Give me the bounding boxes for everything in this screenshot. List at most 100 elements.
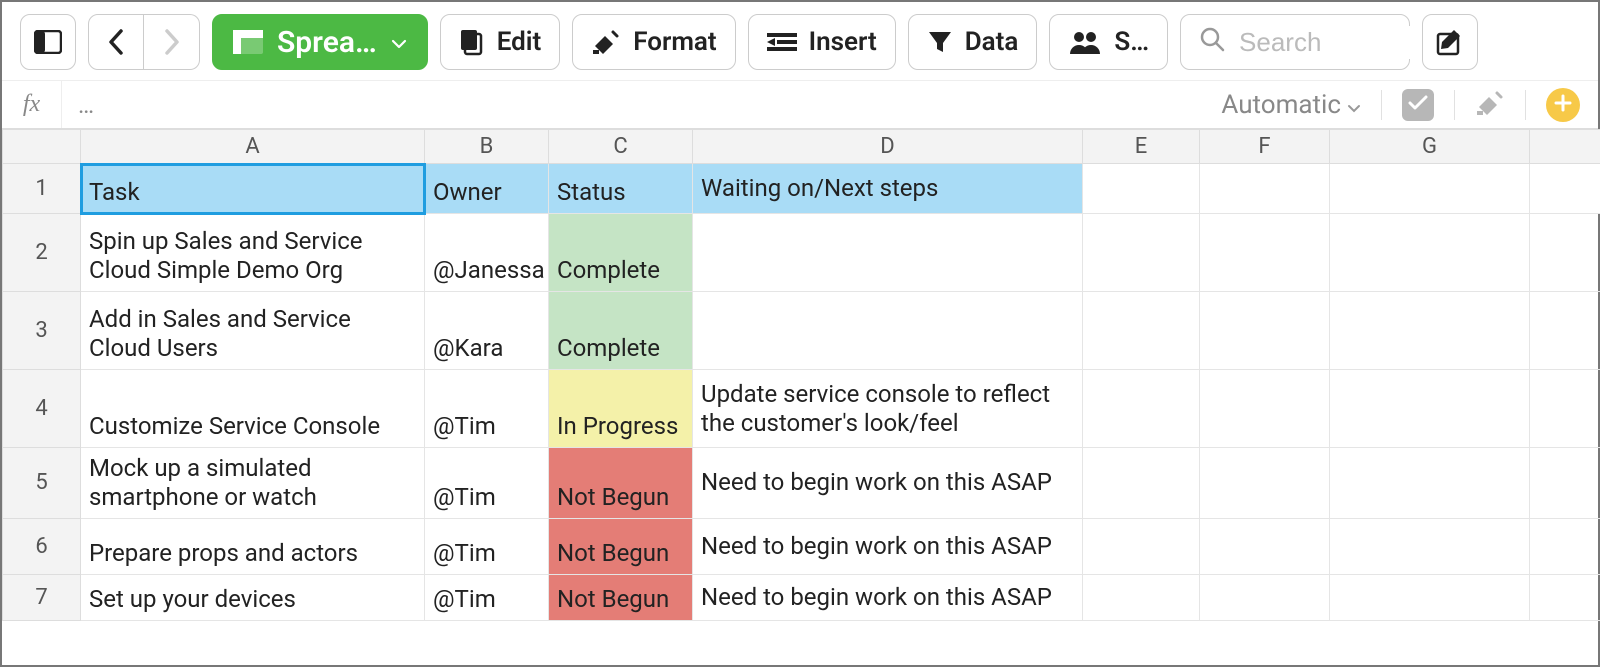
cell[interactable]: Prepare props and actors (81, 518, 425, 574)
toolbar: Sprea… Edit Format Insert Data S… (2, 2, 1598, 80)
cell[interactable]: @Tim (425, 518, 549, 574)
row-header[interactable]: 7 (3, 574, 81, 620)
plus-icon (1554, 94, 1572, 116)
nav-forward-button[interactable] (144, 14, 200, 70)
cell[interactable]: Status (549, 164, 693, 214)
cell[interactable] (1530, 370, 1600, 448)
cell[interactable] (1330, 292, 1530, 370)
cell[interactable] (1530, 448, 1600, 519)
cell[interactable] (1083, 448, 1200, 519)
cell[interactable] (1330, 518, 1530, 574)
nav-back-button[interactable] (88, 14, 144, 70)
cell[interactable]: Mock up a simulated smartphone or watch (81, 448, 425, 519)
cell[interactable] (1530, 292, 1600, 370)
cell[interactable] (693, 292, 1083, 370)
cell[interactable] (1530, 214, 1600, 292)
cell[interactable]: @Tim (425, 574, 549, 620)
table-row: 3 Add in Sales and Service Cloud Users @… (3, 292, 1600, 370)
cell[interactable]: Task (81, 164, 425, 214)
cell[interactable] (1083, 292, 1200, 370)
cell[interactable]: Need to begin work on this ASAP (693, 574, 1083, 620)
people-icon (1068, 30, 1102, 54)
row-header[interactable]: 1 (3, 164, 81, 214)
cell[interactable]: Update service console to reflect the cu… (693, 370, 1083, 448)
cell[interactable]: Need to begin work on this ASAP (693, 448, 1083, 519)
cell[interactable] (1200, 518, 1330, 574)
clipboard-icon (459, 28, 485, 56)
formula-input[interactable]: … (62, 91, 1221, 119)
col-header-E[interactable]: E (1083, 130, 1200, 164)
format-button[interactable]: Format (572, 14, 735, 70)
cell[interactable]: @Tim (425, 370, 549, 448)
cell[interactable] (1200, 214, 1330, 292)
cell[interactable]: Customize Service Console (81, 370, 425, 448)
cell[interactable] (1083, 370, 1200, 448)
cell[interactable] (1330, 370, 1530, 448)
confirm-button[interactable] (1402, 89, 1434, 121)
col-header-A[interactable]: A (81, 130, 425, 164)
cell[interactable]: Add in Sales and Service Cloud Users (81, 292, 425, 370)
cell[interactable]: @Tim (425, 448, 549, 519)
row-header[interactable]: 2 (3, 214, 81, 292)
cell[interactable] (1083, 214, 1200, 292)
calc-mode-label: Automatic (1221, 90, 1341, 120)
select-all-corner[interactable] (3, 130, 81, 164)
cell[interactable] (1083, 518, 1200, 574)
cell[interactable] (1530, 574, 1600, 620)
row-header[interactable]: 5 (3, 448, 81, 519)
cell[interactable]: Not Begun (549, 448, 693, 519)
toggle-panel-button[interactable] (20, 14, 76, 70)
cell[interactable]: Set up your devices (81, 574, 425, 620)
share-button[interactable]: S… (1049, 14, 1168, 70)
cell[interactable] (1200, 164, 1330, 214)
calc-mode-dropdown[interactable]: Automatic (1221, 90, 1361, 120)
cell[interactable]: Complete (549, 214, 693, 292)
cell[interactable]: Owner (425, 164, 549, 214)
share-label: S… (1114, 27, 1149, 57)
cell[interactable] (1330, 448, 1530, 519)
nav-group (88, 14, 200, 70)
cell[interactable]: Not Begun (549, 518, 693, 574)
col-header-edge[interactable] (1530, 130, 1600, 164)
edit-button[interactable]: Edit (440, 14, 561, 70)
row-header[interactable]: 3 (3, 292, 81, 370)
row-header[interactable]: 6 (3, 518, 81, 574)
cell[interactable]: Not Begun (549, 574, 693, 620)
col-header-F[interactable]: F (1200, 130, 1330, 164)
cell[interactable] (1200, 292, 1330, 370)
cell[interactable] (1330, 164, 1530, 214)
table-row: 7 Set up your devices @Tim Not Begun Nee… (3, 574, 1600, 620)
cell[interactable] (1200, 370, 1330, 448)
cell[interactable]: Complete (549, 292, 693, 370)
formula-bar: fx … Automatic (2, 80, 1598, 128)
cell[interactable]: @Kara (425, 292, 549, 370)
cell[interactable]: Spin up Sales and Service Cloud Simple D… (81, 214, 425, 292)
insert-button[interactable]: Insert (748, 14, 896, 70)
cell[interactable] (1530, 164, 1600, 214)
search-input[interactable] (1237, 26, 1576, 59)
cell[interactable]: Need to begin work on this ASAP (693, 518, 1083, 574)
cell[interactable] (693, 214, 1083, 292)
add-button[interactable] (1546, 88, 1580, 122)
col-header-D[interactable]: D (693, 130, 1083, 164)
view-dropdown[interactable]: Sprea… (212, 14, 428, 70)
cell[interactable] (1083, 574, 1200, 620)
col-header-C[interactable]: C (549, 130, 693, 164)
cell[interactable] (1330, 214, 1530, 292)
compose-button[interactable] (1422, 14, 1478, 70)
cell[interactable]: In Progress (549, 370, 693, 448)
cell[interactable]: Waiting on/Next steps (693, 164, 1083, 214)
format-painter-button[interactable] (1475, 89, 1505, 121)
col-header-G[interactable]: G (1330, 130, 1530, 164)
cell[interactable] (1200, 574, 1330, 620)
chevron-down-icon (391, 30, 407, 54)
col-header-B[interactable]: B (425, 130, 549, 164)
cell[interactable]: @Janessa (425, 214, 549, 292)
cell[interactable] (1330, 574, 1530, 620)
cell[interactable] (1083, 164, 1200, 214)
data-button[interactable]: Data (908, 14, 1038, 70)
search-box[interactable] (1180, 14, 1410, 70)
row-header[interactable]: 4 (3, 370, 81, 448)
cell[interactable] (1200, 448, 1330, 519)
cell[interactable] (1530, 518, 1600, 574)
